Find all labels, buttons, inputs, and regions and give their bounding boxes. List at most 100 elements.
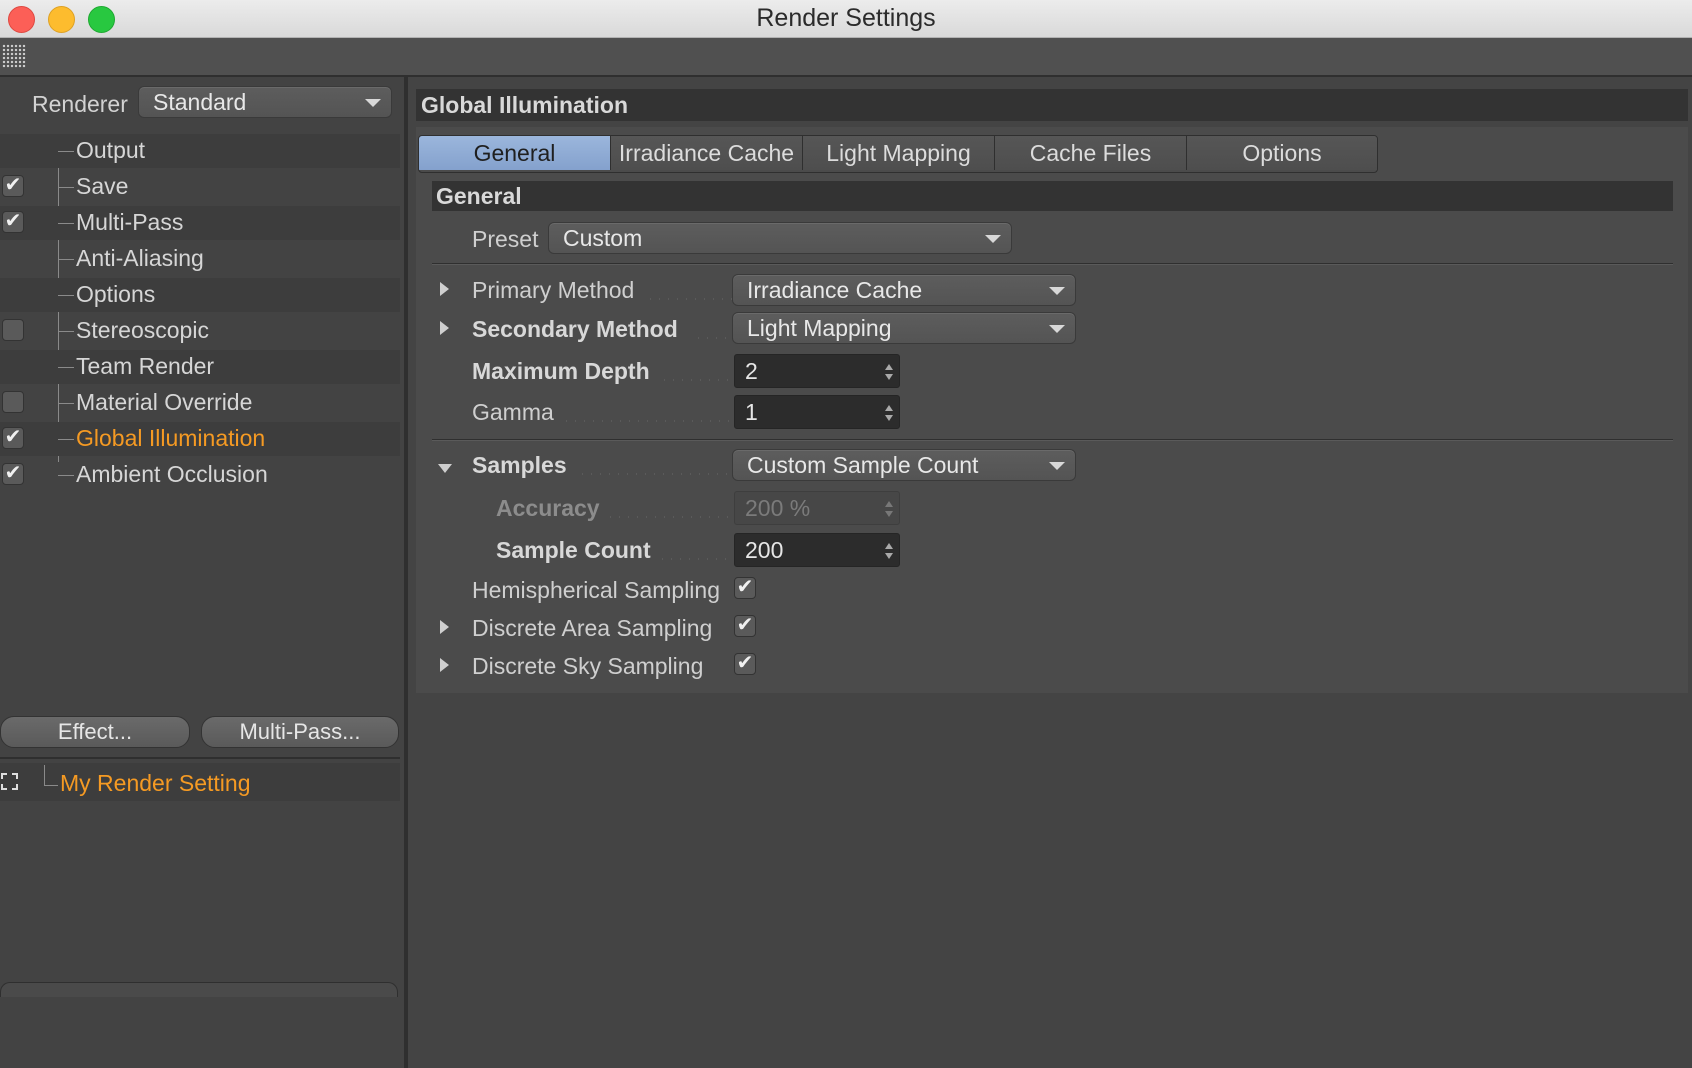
- gamma-label: Gamma: [472, 399, 554, 425]
- chevron-down-icon: [1049, 287, 1065, 295]
- sample-count-label: Sample Count: [496, 537, 651, 563]
- leader-dots: [658, 558, 740, 560]
- tab-bar: General Irradiance Cache Light Mapping C…: [418, 135, 1378, 173]
- multi-pass-button[interactable]: Multi-Pass...: [201, 716, 399, 748]
- sample-count-field[interactable]: 200: [734, 533, 900, 567]
- sidebar-item-label: Output: [76, 137, 146, 163]
- secondary-method-value: Light Mapping: [747, 315, 892, 341]
- chevron-down-icon: [985, 235, 1001, 243]
- hemispherical-sampling-checkbox[interactable]: ✔: [734, 577, 756, 599]
- general-header: General: [432, 181, 1673, 211]
- sidebar-item-label: Options: [76, 281, 156, 307]
- sample-count-row: Sample Count: [496, 537, 740, 571]
- samples-label: Samples: [472, 452, 567, 478]
- tab-irradiance-cache[interactable]: Irradiance Cache: [611, 136, 803, 170]
- expand-arrow-icon[interactable]: [440, 282, 449, 296]
- discrete-area-sampling-checkbox[interactable]: ✔: [734, 615, 756, 637]
- chevron-down-icon: [1049, 462, 1065, 470]
- collapse-arrow-icon[interactable]: [438, 464, 452, 473]
- window-title: Render Settings: [756, 4, 936, 32]
- checkbox-icon[interactable]: ✔: [2, 463, 24, 485]
- scroll-handle[interactable]: [0, 982, 398, 997]
- accuracy-field: 200 %: [734, 491, 900, 525]
- expand-arrow-icon[interactable]: [440, 321, 449, 335]
- sidebar-item-label: Stereoscopic: [76, 317, 209, 343]
- accuracy-row: Accuracy: [496, 495, 740, 529]
- sidebar-item-options[interactable]: Options: [0, 278, 400, 312]
- grip-icon[interactable]: [2, 44, 26, 68]
- samples-value: Custom Sample Count: [747, 452, 979, 478]
- spinner-icon[interactable]: [885, 364, 893, 380]
- chevron-down-icon: [1049, 325, 1065, 333]
- expand-arrow-icon[interactable]: [440, 658, 449, 672]
- divider: [432, 264, 1673, 265]
- section-title: Global Illumination: [416, 89, 1688, 121]
- render-setting-icon: [1, 773, 18, 790]
- settings-tree-panel: Renderer Standard Output ✔ Save ✔ Multi-…: [0, 77, 404, 1068]
- sidebar-item-label: Global Illumination: [76, 425, 266, 451]
- renderer-dropdown[interactable]: Standard: [138, 86, 392, 118]
- sidebar-item-label: Material Override: [76, 389, 253, 415]
- primary-method-label: Primary Method: [472, 277, 635, 303]
- sidebar-item-label: Team Render: [76, 353, 215, 379]
- maximum-depth-field[interactable]: 2: [734, 354, 900, 388]
- sidebar-item-ambient-occlusion[interactable]: ✔ Ambient Occlusion: [0, 458, 400, 492]
- expand-arrow-icon[interactable]: [440, 620, 449, 634]
- checkbox-icon[interactable]: ✔: [2, 175, 24, 197]
- tab-options[interactable]: Options: [1187, 136, 1377, 170]
- secondary-method-dropdown[interactable]: Light Mapping: [732, 312, 1076, 344]
- checkbox-icon[interactable]: ✔: [2, 211, 24, 233]
- discrete-area-sampling-label: Discrete Area Sampling: [472, 615, 713, 641]
- sidebar-item-material-override[interactable]: Material Override: [0, 386, 400, 420]
- toolbar: [0, 38, 1692, 77]
- leader-dots: [646, 298, 740, 300]
- sidebar-item-label: Ambient Occlusion: [76, 461, 268, 487]
- sidebar-item-label: Save: [76, 173, 129, 199]
- leader-dots: [562, 420, 740, 422]
- maximum-depth-row: Maximum Depth: [472, 358, 740, 392]
- primary-method-value: Irradiance Cache: [747, 277, 923, 303]
- effect-button[interactable]: Effect...: [0, 716, 190, 748]
- checkbox-icon[interactable]: [2, 319, 24, 341]
- divider: [432, 440, 1673, 441]
- render-setting-item[interactable]: My Render Setting: [0, 763, 400, 801]
- title-bar: Render Settings: [0, 0, 1692, 38]
- preset-label: Preset: [472, 226, 539, 252]
- render-setting-name: My Render Setting: [60, 770, 251, 796]
- sidebar-item-global-illumination[interactable]: ✔ Global Illumination: [0, 422, 400, 456]
- primary-method-dropdown[interactable]: Irradiance Cache: [732, 274, 1076, 306]
- spinner-icon[interactable]: [885, 405, 893, 421]
- hemispherical-sampling-label: Hemispherical Sampling: [472, 577, 720, 603]
- leader-dots: [578, 473, 740, 475]
- sidebar-item-stereoscopic[interactable]: Stereoscopic: [0, 314, 400, 348]
- sidebar-item-anti-aliasing[interactable]: Anti-Aliasing: [0, 242, 400, 276]
- leader-dots: [660, 379, 740, 381]
- discrete-sky-sampling-label: Discrete Sky Sampling: [472, 653, 704, 679]
- sidebar-item-team-render[interactable]: Team Render: [0, 350, 400, 384]
- gamma-field[interactable]: 1: [734, 395, 900, 429]
- renderer-value: Standard: [153, 89, 247, 115]
- gamma-value: 1: [745, 399, 758, 425]
- preset-value: Custom: [563, 225, 643, 251]
- leader-dots: [606, 516, 740, 518]
- secondary-method-label: Secondary Method: [472, 316, 678, 342]
- attributes-panel: Global Illumination General Irradiance C…: [408, 77, 1692, 1068]
- sidebar-item-output[interactable]: Output: [0, 134, 400, 168]
- tab-general[interactable]: General: [419, 136, 611, 170]
- accuracy-value: 200 %: [745, 495, 811, 521]
- gamma-row: Gamma: [472, 399, 740, 433]
- samples-dropdown[interactable]: Custom Sample Count: [732, 449, 1076, 481]
- checkbox-icon[interactable]: [2, 391, 24, 413]
- sidebar-item-label: Multi-Pass: [76, 209, 184, 235]
- maximum-depth-value: 2: [745, 358, 758, 384]
- discrete-sky-sampling-checkbox[interactable]: ✔: [734, 653, 756, 675]
- preset-dropdown[interactable]: Custom: [548, 222, 1012, 254]
- divider: [0, 757, 400, 759]
- tab-cache-files[interactable]: Cache Files: [995, 136, 1187, 170]
- checkbox-icon[interactable]: ✔: [2, 427, 24, 449]
- sidebar-item-save[interactable]: ✔ Save: [0, 170, 400, 204]
- spinner-icon[interactable]: [885, 543, 893, 559]
- sidebar-item-multi-pass[interactable]: ✔ Multi-Pass: [0, 206, 400, 240]
- renderer-label: Renderer: [32, 91, 128, 117]
- tab-light-mapping[interactable]: Light Mapping: [803, 136, 995, 170]
